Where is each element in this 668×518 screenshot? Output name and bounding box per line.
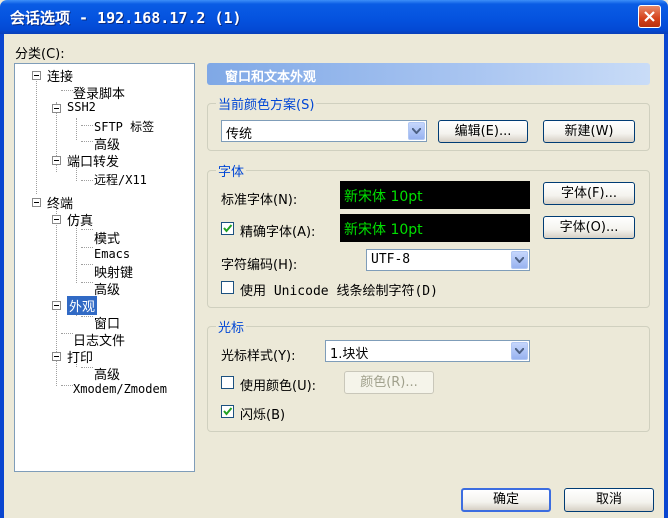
use-color-checkbox[interactable]	[221, 376, 234, 389]
blink-checkbox[interactable]	[221, 405, 234, 418]
section-header: 窗口和文本外观	[207, 63, 650, 85]
tree-item-xzmodem[interactable]: Xmodem/Zmodem	[73, 382, 167, 396]
tree-item-print-advanced[interactable]: 高级	[94, 364, 120, 383]
unicode-line-label: 使用 Unicode 线条绘制字符(D)	[240, 284, 438, 299]
category-tree[interactable]: 连接 登录脚本 SSH2 SFTP 标签 高级 端口转发 远程/X11 终端 仿…	[14, 63, 195, 472]
color-scheme-legend: 当前颜色方案(S)	[216, 94, 317, 113]
checkmark-icon	[223, 224, 233, 233]
close-button[interactable]	[638, 5, 661, 28]
tree-item-modes[interactable]: 模式	[94, 228, 120, 247]
section-title: 窗口和文本外观	[225, 70, 317, 85]
precise-font-button[interactable]: 字体(O)...	[543, 216, 635, 239]
encoding-value: UTF-8	[371, 252, 411, 267]
encoding-select[interactable]: UTF-8	[366, 249, 530, 271]
use-color-label: 使用颜色(U):	[240, 379, 317, 394]
category-label: 分类(C):	[15, 47, 65, 62]
collapse-icon[interactable]	[52, 352, 61, 361]
ok-button[interactable]: 确定	[461, 488, 551, 512]
collapse-icon[interactable]	[32, 71, 41, 80]
collapse-icon[interactable]	[52, 301, 61, 310]
tree-item-ssh2[interactable]: SSH2	[67, 100, 96, 114]
unicode-line-checkbox[interactable]	[221, 281, 234, 294]
tree-item-remote-x11[interactable]: 远程/X11	[94, 171, 147, 188]
tree-item-appearance[interactable]: 外观	[67, 296, 98, 315]
cursor-style-value: 1.块状	[330, 347, 369, 362]
checkmark-icon	[223, 407, 233, 416]
window-frame-left	[0, 34, 4, 518]
blink-label: 闪烁(B)	[240, 408, 286, 423]
cursor-legend: 光标	[216, 317, 247, 336]
cancel-button[interactable]: 取消	[564, 488, 654, 512]
cursor-style-select[interactable]: 1.块状	[325, 340, 530, 362]
tree-item-emulation-advanced[interactable]: 高级	[94, 279, 120, 298]
precise-font-checkbox[interactable]	[221, 222, 234, 235]
encoding-label: 字符编码(H):	[221, 258, 298, 273]
tree-item-sftp-tab[interactable]: SFTP 标签	[94, 118, 154, 135]
collapse-icon[interactable]	[32, 198, 41, 207]
tree-item-connection[interactable]: 连接	[47, 66, 73, 85]
tree-item-print[interactable]: 打印	[67, 347, 93, 366]
collapse-icon[interactable]	[52, 215, 61, 224]
edit-button[interactable]: 编辑(E)...	[438, 120, 528, 143]
dropdown-arrow-icon[interactable]	[408, 122, 425, 140]
tree-item-emulation[interactable]: 仿真	[67, 210, 93, 229]
color-scheme-value: 传统	[226, 127, 253, 142]
close-icon	[644, 11, 655, 22]
color-scheme-select[interactable]: 传统	[221, 120, 427, 142]
window-frame-right	[664, 34, 668, 518]
window-title: 会话选项 - 192.168.17.2 (1)	[10, 9, 242, 27]
collapse-icon[interactable]	[52, 156, 61, 165]
font-legend: 字体	[216, 161, 247, 180]
tree-item-port-forward[interactable]: 端口转发	[67, 151, 119, 170]
precise-font-label: 精确字体(A):	[240, 225, 316, 240]
normal-font-label: 标准字体(N):	[221, 193, 298, 208]
precise-font-preview: 新宋体 10pt	[340, 214, 530, 242]
collapse-icon[interactable]	[52, 104, 61, 113]
tree-item-emacs[interactable]: Emacs	[94, 247, 130, 261]
dropdown-arrow-icon[interactable]	[511, 342, 528, 360]
normal-font-button[interactable]: 字体(F)...	[543, 182, 635, 205]
cursor-color-button: 颜色(R)...	[344, 371, 434, 394]
dropdown-arrow-icon[interactable]	[511, 251, 528, 269]
normal-font-preview: 新宋体 10pt	[340, 181, 530, 209]
cursor-style-label: 光标样式(Y):	[221, 349, 296, 364]
new-scheme-button[interactable]: 新建(W)	[543, 120, 635, 143]
